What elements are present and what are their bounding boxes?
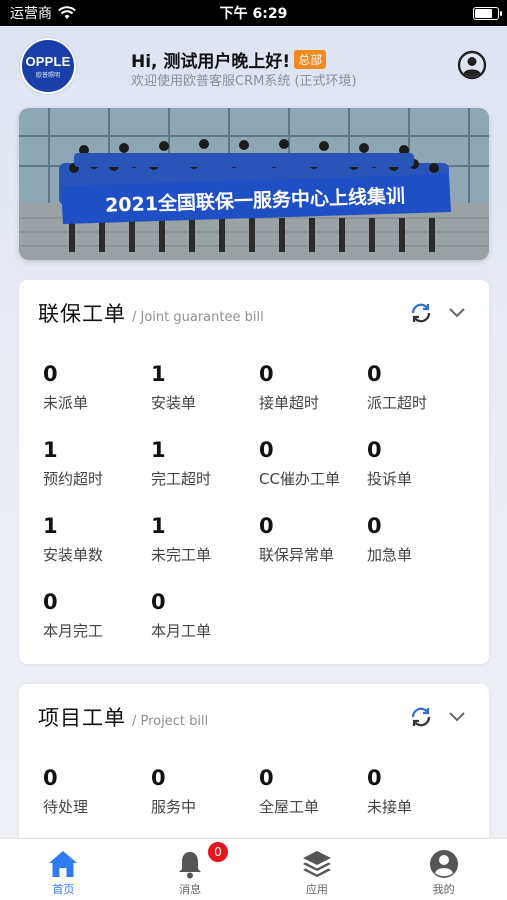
- refresh-icon[interactable]: [409, 301, 433, 325]
- welcome-text: 欢迎使用欧普客服CRM系统 (正式环境): [131, 74, 357, 89]
- messages-count-badge: 0: [206, 840, 230, 864]
- project-stats-grid: 0 待处理 0 服务中 0 全屋工单 0 未接单: [43, 766, 475, 842]
- chevron-down-icon[interactable]: [447, 706, 467, 726]
- bottom-tab-bar: 首页 消息 应用 我的: [0, 838, 507, 900]
- stat-cell[interactable]: 0 派工超时: [367, 362, 475, 438]
- tab-apps[interactable]: 应用: [254, 839, 381, 900]
- greeting-text: Hi, 测试用户晚上好!: [131, 52, 291, 72]
- status-bar: 运营商 下午 6:29: [0, 0, 507, 26]
- stat-cell[interactable]: 1 完工超时: [151, 438, 259, 514]
- stat-cell[interactable]: 0 接单超时: [259, 362, 367, 438]
- banner-photo[interactable]: 2021全国联保一服务中心上线集训: [19, 108, 489, 260]
- stat-cell[interactable]: 0 待处理: [43, 766, 151, 842]
- card-title: 项目工单 / Project bill: [38, 706, 209, 730]
- user-icon: [429, 850, 458, 878]
- tab-messages[interactable]: 消息: [127, 839, 254, 900]
- carrier-label: 运营商: [10, 6, 52, 22]
- header: OPPLE 欧普照明 Hi, 测试用户晚上好! 总部 欢迎使用欧普客服CRM系统…: [0, 26, 507, 106]
- clock: 下午 6:29: [219, 6, 288, 22]
- refresh-icon[interactable]: [409, 705, 433, 729]
- joint-guarantee-card: 联保工单 / Joint guarantee bill 0 未派单 1 安装单 0接…: [19, 280, 489, 664]
- tab-mine[interactable]: 我的: [380, 839, 507, 900]
- banner-image: 2021全国联保一服务中心上线集训: [19, 108, 489, 260]
- stat-cell[interactable]: 0 全屋工单: [259, 766, 367, 842]
- greeting-row: Hi, 测试用户晚上好! 总部: [131, 47, 327, 72]
- stat-cell[interactable]: 1 安装单: [151, 362, 259, 438]
- stat-cell[interactable]: 0 CC催办工单: [259, 438, 367, 514]
- chevron-down-icon[interactable]: [447, 302, 467, 322]
- stat-cell[interactable]: 0 未接单: [367, 766, 475, 842]
- stat-cell[interactable]: 0 联保异常单: [259, 514, 367, 590]
- stat-cell[interactable]: 1 预约超时: [43, 438, 151, 514]
- battery-icon: [473, 6, 502, 20]
- home-icon: [49, 851, 78, 877]
- stat-cell[interactable]: 0 本月完工: [43, 590, 151, 666]
- stat-cell[interactable]: 1 未完工单: [151, 514, 259, 590]
- user-profile-icon[interactable]: [457, 50, 487, 80]
- project-bill-card: 项目工单 / Project bill 0 待处理 0 服务中 0 全屋工单 0 未接单: [19, 684, 489, 854]
- layers-icon: [302, 851, 331, 877]
- org-badge: 总部: [294, 50, 327, 69]
- bell-icon: [179, 852, 202, 879]
- stat-cell[interactable]: 0 投诉单: [367, 438, 475, 514]
- card-title: 联保工单 / Joint guarantee bill: [38, 302, 264, 326]
- opple-logo: OPPLE 欧普照明: [20, 38, 76, 94]
- joint-stats-grid: 0 未派单 1 安装单 0 接单超时 0 派工超时 1 预约超时 1 完工超时 0 CC催办工…: [43, 362, 475, 666]
- stat-cell[interactable]: 0 加急单: [367, 514, 475, 590]
- tab-home[interactable]: 首页: [0, 839, 127, 900]
- stat-cell[interactable]: 0 服务中: [151, 766, 259, 842]
- stat-cell[interactable]: 1 安装单数: [43, 514, 151, 590]
- stat-cell[interactable]: 0 本月工单: [151, 590, 259, 666]
- wifi-icon: [58, 6, 76, 19]
- stat-cell[interactable]: 0 未派单: [43, 362, 151, 438]
